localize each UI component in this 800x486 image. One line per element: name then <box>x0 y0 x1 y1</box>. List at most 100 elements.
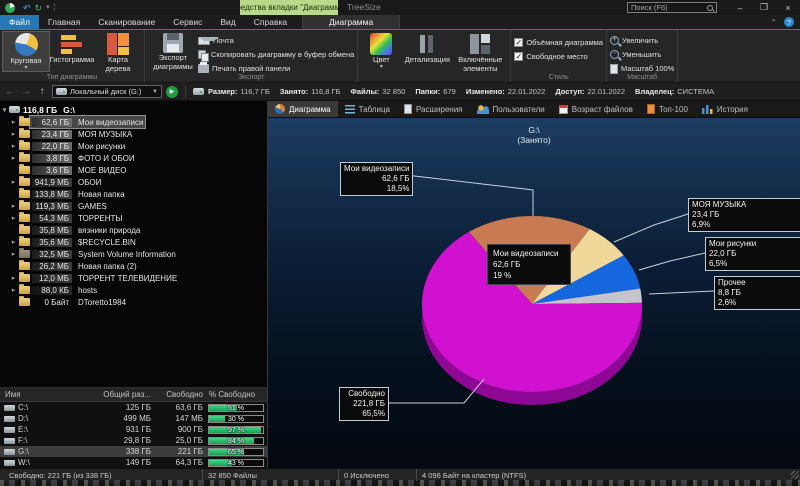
tree-row-body[interactable]: 26,2 МБНовая папка (2) <box>30 260 139 272</box>
tree-row-body[interactable]: 941,9 МБОБОИ <box>30 176 103 188</box>
refresh-icon[interactable]: ↻ <box>35 3 43 13</box>
tree-row[interactable]: ▸ 54,3 МБТОРРЕНТЫ <box>0 212 267 224</box>
zoom-in-button[interactable]: + Увеличить <box>610 34 674 47</box>
included-elements-button[interactable]: Включённые элементы <box>453 32 507 73</box>
drives-table-header[interactable]: Имя Общий раз... Свободно % Свободно <box>0 388 267 402</box>
drive-row[interactable]: F:\29,8 ГБ25,0 ГБ84 % <box>0 435 267 446</box>
close-button[interactable]: × <box>776 0 800 15</box>
3d-chart-checkbox[interactable]: ✓ Объёмная диаграмма <box>514 36 603 49</box>
forward-icon[interactable]: → <box>20 86 32 97</box>
tree-row-body[interactable]: 133,8 МБНовая папка <box>30 188 127 200</box>
tree-row[interactable]: 0 БайтDToretto1984 <box>0 296 267 308</box>
drive-free-percent: 84 % <box>203 437 267 445</box>
chevron-collapsed-icon[interactable]: ▸ <box>9 286 18 294</box>
tree-row-body[interactable]: 3,8 ГБФОТО И ОБОИ <box>30 152 137 164</box>
view-tab-table[interactable]: Таблица <box>338 101 397 117</box>
tree-row[interactable]: ▸ 3,8 ГБФОТО И ОБОИ <box>0 152 267 164</box>
tree-row-body[interactable]: 119,3 МБGAMES <box>30 200 109 212</box>
drive-row[interactable]: C:\125 ГБ63,6 ГБ51 % <box>0 402 267 413</box>
tree-row[interactable]: 3,6 ГБМОЕ ВИДЕО <box>0 164 267 176</box>
treemap-icon <box>107 33 129 55</box>
tab-file[interactable]: Файл <box>0 15 39 29</box>
tree-row-body[interactable]: 88,0 КБhosts <box>30 284 99 296</box>
tree-row[interactable]: ▸ 119,3 МБGAMES <box>0 200 267 212</box>
drive-row[interactable]: W:\149 ГБ64,3 ГБ43 % <box>0 457 267 468</box>
chevron-collapsed-icon[interactable]: ▸ <box>9 178 18 186</box>
back-icon[interactable]: ← <box>4 86 16 97</box>
search-input[interactable]: Поиск (F6) <box>627 2 717 13</box>
tree-row-body[interactable]: 62,6 ГБМои видеозаписи <box>30 116 145 128</box>
collapse-ribbon-icon[interactable]: ⌃ <box>770 18 777 27</box>
chevron-expanded-icon[interactable]: ▾ <box>0 106 9 114</box>
chevron-collapsed-icon[interactable]: ▸ <box>9 274 18 282</box>
export-chart-button[interactable]: Экспорт диаграммы <box>148 32 198 71</box>
tree-row-body[interactable]: 35,8 МБвязники природа <box>30 224 142 236</box>
tree-root-row[interactable]: ▾ 116,8 ГБ G:\ <box>0 103 267 116</box>
tab-view[interactable]: Вид <box>211 15 244 29</box>
status-segment: 4 096 Байт на кластер (NTFS) <box>416 469 526 481</box>
tree-row-body[interactable]: 23,4 ГБМОЯ МУЗЫКА <box>30 128 134 140</box>
detail-level-button[interactable]: Детализация <box>401 32 453 65</box>
folder-icon <box>19 130 30 138</box>
chevron-collapsed-icon[interactable]: ▸ <box>9 238 18 246</box>
view-tab-page[interactable]: Расширения <box>397 101 470 117</box>
mail-button[interactable]: Почта <box>198 34 354 47</box>
drive-row[interactable]: E:\931 ГБ900 ГБ97 % <box>0 424 267 435</box>
tree-row-body[interactable]: 22,0 ГБМои рисунки <box>30 140 127 152</box>
help-icon[interactable]: ? <box>784 17 794 27</box>
tab-chart-contextual[interactable]: Диаграмма <box>302 15 400 29</box>
tree-row-body[interactable]: 35,6 МБ$RECYCLE.BIN <box>30 236 138 248</box>
maximize-button[interactable]: ❐ <box>752 0 776 15</box>
view-tab-cal[interactable]: Возраст файлов <box>552 101 640 117</box>
customize-quick-access-icon[interactable]: ▾ <box>46 3 50 13</box>
treemap-button[interactable]: Карта дерева <box>95 32 141 73</box>
tree-row-body[interactable]: 54,3 МБТОРРЕНТЫ <box>30 212 125 224</box>
chevron-collapsed-icon[interactable]: ▸ <box>9 202 18 210</box>
chevron-collapsed-icon[interactable]: ▸ <box>9 130 18 138</box>
chevron-collapsed-icon[interactable]: ▸ <box>9 142 18 150</box>
tree-row-body[interactable]: 0 БайтDToretto1984 <box>30 296 128 308</box>
resize-grip-icon[interactable] <box>791 471 799 479</box>
tree-row-body[interactable]: 3,6 ГБМОЕ ВИДЕО <box>30 164 129 176</box>
tree-row-body[interactable]: 12,0 МБТОРРЕНТ ТЕЛЕВИДЕНИЕ <box>30 272 179 284</box>
title-bar: ↶ ↻ ▾ ¦ Средства вкладки "Диаграмма" Tre… <box>0 0 800 15</box>
tree-row[interactable]: ▸ 35,6 МБ$RECYCLE.BIN <box>0 236 267 248</box>
tree-row[interactable]: 26,2 МБНовая папка (2) <box>0 260 267 272</box>
tree-row[interactable]: ▸ 62,6 ГБМои видеозаписи <box>0 116 267 128</box>
tree-row[interactable]: ▸ 32,5 МБSystem Volume Information <box>0 248 267 260</box>
tree-row[interactable]: ▸ 22,0 ГБМои рисунки <box>0 140 267 152</box>
chevron-collapsed-icon[interactable]: ▸ <box>9 118 18 126</box>
up-icon[interactable]: ↑ <box>36 86 48 97</box>
tree-row[interactable]: 35,8 МБвязники природа <box>0 224 267 236</box>
view-tab-hist[interactable]: История <box>695 101 755 117</box>
tab-tools[interactable]: Сервис <box>164 15 211 29</box>
drive-letter: C:\ <box>18 403 28 412</box>
tree-row[interactable]: ▸ 941,9 МБОБОИ <box>0 176 267 188</box>
view-tab-users[interactable]: Пользователи <box>470 101 552 117</box>
tab-home[interactable]: Главная <box>39 15 89 29</box>
tab-help[interactable]: Справка <box>245 15 296 29</box>
chevron-collapsed-icon[interactable]: ▸ <box>9 154 18 162</box>
histogram-button[interactable]: Гистограмма <box>49 32 95 65</box>
view-tab-doc[interactable]: Топ-100 <box>640 101 695 117</box>
view-tab-pie[interactable]: Диаграмма <box>268 101 338 117</box>
copy-chart-button[interactable]: Скопировать диаграмму в буфер обмена <box>198 48 354 61</box>
drive-row[interactable]: G:\338 ГБ221 ГБ65 % <box>0 446 267 457</box>
chevron-collapsed-icon[interactable]: ▸ <box>9 214 18 222</box>
tree-row[interactable]: ▸ 23,4 ГБМОЯ МУЗЫКА <box>0 128 267 140</box>
tree-row[interactable]: ▸ 12,0 МБТОРРЕНТ ТЕЛЕВИДЕНИЕ <box>0 272 267 284</box>
drive-row[interactable]: D:\499 МБ147 МБ30 % <box>0 413 267 424</box>
minimize-button[interactable]: – <box>728 0 752 15</box>
start-scan-button[interactable]: ▶ <box>166 86 178 98</box>
pie-chart-button[interactable]: Круговая ▾ <box>3 32 49 71</box>
tree-row[interactable]: ▸ 88,0 КБhosts <box>0 284 267 296</box>
tree-row[interactable]: 133,8 МБНовая папка <box>0 188 267 200</box>
tab-scan[interactable]: Сканирование <box>89 15 164 29</box>
zoom-out-button[interactable]: - Уменьшить <box>610 48 674 61</box>
free-space-checkbox[interactable]: ✓ Свободное место <box>514 50 603 63</box>
undo-icon[interactable]: ↶ <box>23 3 31 13</box>
color-button[interactable]: Цвет ▾ <box>361 32 401 70</box>
chevron-collapsed-icon[interactable]: ▸ <box>9 250 18 258</box>
location-dropdown[interactable]: Локальный диск (G:) ▼ <box>52 85 162 98</box>
tree-row-body[interactable]: 32,5 МБSystem Volume Information <box>30 248 178 260</box>
